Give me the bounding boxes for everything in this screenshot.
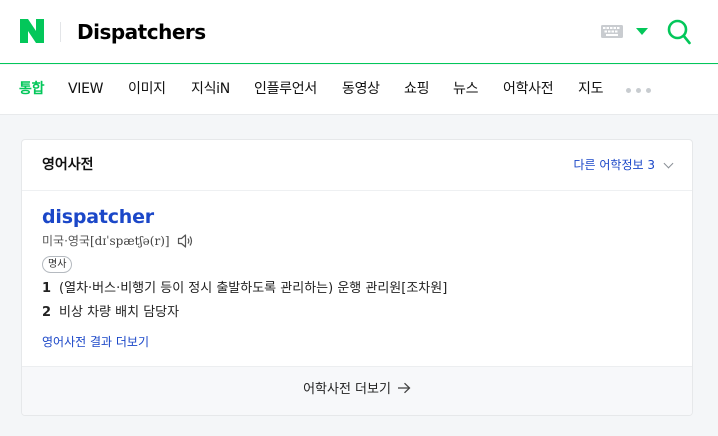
tab-shopping[interactable]: 쇼핑	[404, 80, 429, 98]
tab-video[interactable]: 동영상	[342, 80, 380, 98]
pronunciation: 미국·영국[dɪˈspætʃə(r)]	[42, 232, 195, 250]
definition-item: 1 (열차·버스·비행기 등이 정시 출발하도록 관리하는) 운행 관리원[조차원…	[42, 280, 447, 298]
tab-map[interactable]: 지도	[578, 80, 603, 98]
chevron-down-icon	[663, 158, 674, 169]
pronunciation-label: 미국·영국	[42, 234, 90, 248]
tab-images[interactable]: 이미지	[128, 80, 166, 98]
caret-down-icon[interactable]	[636, 28, 648, 35]
dictionary-more-label: 어학사전 더보기	[303, 382, 391, 397]
tab-knowledge-in[interactable]: 지식iN	[191, 80, 230, 98]
ipa-text: [dɪˈspætʃə(r)]	[89, 234, 170, 248]
search-tabs: 통합 VIEW 이미지 지식iN 인플루언서 동영상 쇼핑 뉴스 어학사전 지도	[0, 65, 718, 115]
definition-number: 1	[42, 281, 52, 296]
definition-text: 비상 차량 배치 담당자	[59, 305, 180, 320]
tab-news[interactable]: 뉴스	[453, 80, 478, 98]
speaker-icon[interactable]	[177, 233, 195, 248]
search-header: Dispatchers	[0, 0, 718, 64]
dictionary-card: 영어사전 다른 어학정보 3 dispatcher 미국·영국[dɪˈspætʃ…	[21, 139, 693, 416]
dictionary-more-button[interactable]: 어학사전 더보기	[22, 366, 692, 415]
tab-view[interactable]: VIEW	[68, 80, 104, 98]
definition-item: 2 비상 차량 배치 담당자	[42, 304, 179, 322]
more-results-link[interactable]: 영어사전 결과 더보기	[42, 333, 149, 351]
definition-text: (열차·버스·비행기 등이 정시 출발하도록 관리하는) 운행 관리원[조차원]	[59, 281, 448, 296]
header-divider	[60, 22, 61, 42]
entry-word[interactable]: dispatcher	[42, 205, 154, 229]
definition-number: 2	[42, 305, 52, 320]
other-info-label: 다른 어학정보 3	[573, 158, 655, 172]
naver-logo[interactable]	[20, 19, 44, 43]
tab-integrated[interactable]: 통합	[19, 80, 44, 98]
search-query[interactable]: Dispatchers	[77, 18, 206, 46]
card-title[interactable]: 영어사전	[42, 155, 94, 175]
card-header: 영어사전 다른 어학정보 3	[22, 140, 692, 191]
tab-dictionary[interactable]: 어학사전	[503, 80, 554, 98]
arrow-right-icon	[397, 382, 411, 393]
other-info-button[interactable]: 다른 어학정보 3	[573, 156, 674, 174]
part-of-speech-badge: 명사	[42, 256, 73, 273]
search-icon[interactable]	[667, 19, 691, 45]
keyboard-icon[interactable]	[601, 25, 623, 38]
more-dots-icon[interactable]	[626, 88, 652, 94]
tab-influencer[interactable]: 인플루언서	[254, 80, 317, 98]
